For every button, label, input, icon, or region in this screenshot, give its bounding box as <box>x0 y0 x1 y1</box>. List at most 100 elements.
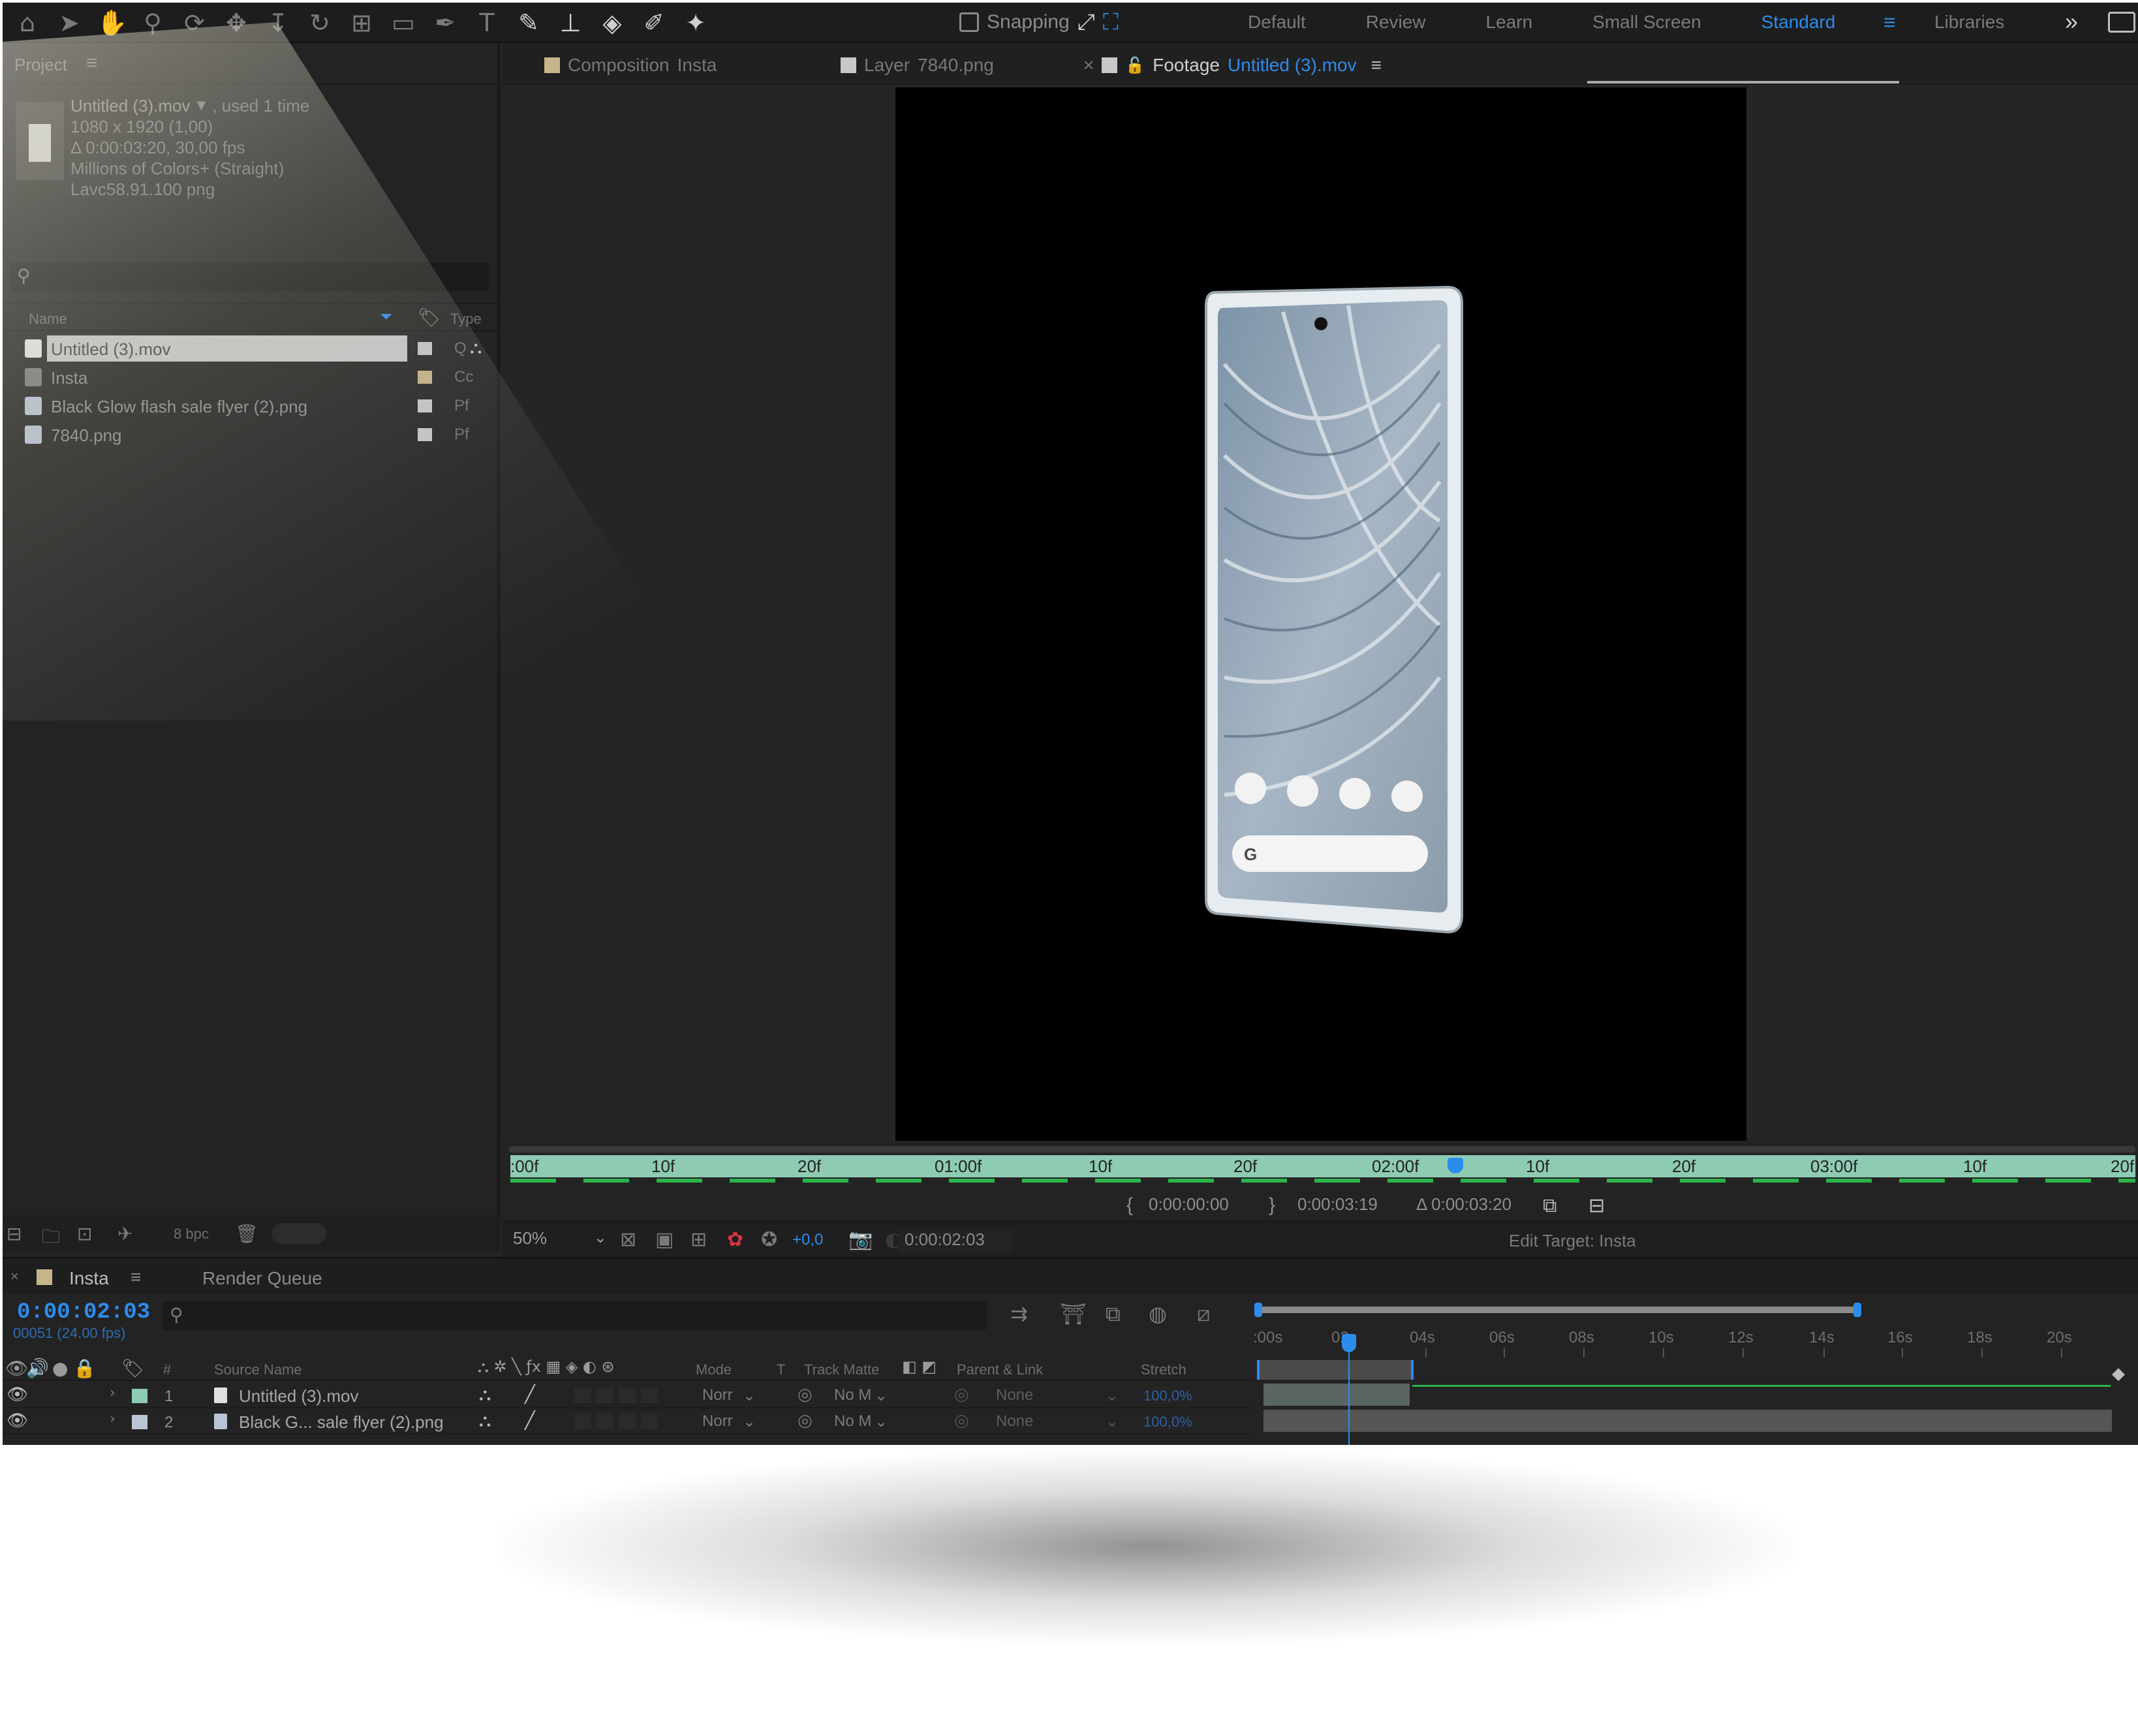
interpret-footage-icon[interactable]: ⊟ <box>7 1223 22 1245</box>
project-item[interactable]: Untitled (3).mov Q ⛬ <box>3 334 500 363</box>
snap-features-icon[interactable]: ⛶ <box>1103 9 1119 35</box>
column-stretch[interactable]: Stretch <box>1141 1361 1186 1378</box>
column-track-matte[interactable]: Track Matte <box>804 1361 879 1378</box>
audio-icon[interactable]: 🔊 <box>26 1357 49 1379</box>
expand-arrow-icon[interactable]: › <box>110 1411 116 1427</box>
reset-exposure-icon[interactable]: ✪ <box>761 1228 777 1251</box>
workspace-default[interactable]: Default <box>1248 12 1306 33</box>
frame-blending-icon[interactable]: ⧉ <box>1106 1301 1121 1327</box>
selection-tool-icon[interactable]: ➤ <box>55 8 84 37</box>
lock-icon[interactable]: 🔒 <box>73 1357 96 1379</box>
layer-mode-select[interactable]: Norr <box>702 1386 733 1404</box>
pin-icon[interactable]: ✈ <box>117 1223 132 1245</box>
label-column-icon[interactable]: 🏷 <box>418 307 441 328</box>
layer-row[interactable]: 👁 › 1 Untitled (3).mov ⛬ ╱ Norr ⌄ ◎ No M… <box>3 1382 1253 1408</box>
magnification-select[interactable]: 50% ⌄ <box>513 1228 612 1253</box>
puppet-pin-icon[interactable]: ✦ <box>681 8 710 37</box>
switch-box[interactable] <box>574 1387 591 1403</box>
layer-source-name[interactable]: Black G... sale flyer (2).png <box>239 1412 444 1433</box>
set-out-point-icon[interactable]: } <box>1269 1194 1275 1217</box>
chevron-down-icon[interactable]: ⌄ <box>743 1386 756 1405</box>
column-type[interactable]: Type <box>450 311 482 328</box>
playhead-marker[interactable] <box>1448 1158 1463 1173</box>
snapping-toggle[interactable]: Snapping ⤢ ⛶ <box>959 9 1119 35</box>
tab-layer[interactable]: Layer 7840.png <box>841 55 994 76</box>
stretch-value[interactable]: 100,0% <box>1143 1414 1192 1431</box>
column-parent-link[interactable]: Parent & Link <box>957 1361 1043 1378</box>
shy-switch-icon[interactable]: ⛬ <box>479 1385 491 1405</box>
shy-switch-icon[interactable]: ⛬ <box>479 1411 491 1431</box>
fit-to-frame-icon[interactable]: ⊠ <box>620 1228 636 1251</box>
video-eye-icon[interactable]: 👁 <box>5 1357 29 1379</box>
tab-timeline-insta[interactable]: Insta <box>69 1268 109 1289</box>
layer-duration-bar[interactable] <box>1263 1410 2112 1432</box>
orbit-camera-icon[interactable]: ⟳ <box>180 8 209 37</box>
project-item[interactable]: Black Glow flash sale flyer (2).png Pf <box>3 392 500 420</box>
navigator-start-handle[interactable] <box>1254 1303 1262 1317</box>
chevron-down-icon[interactable]: ⌄ <box>1106 1412 1119 1431</box>
search-help-icon[interactable] <box>2108 12 2135 33</box>
take-snapshot-icon[interactable]: 📷 <box>848 1228 873 1251</box>
work-area-bar[interactable] <box>1257 1360 1414 1380</box>
title-action-safe-icon[interactable]: ⊞ <box>690 1228 707 1251</box>
layer-label-color[interactable] <box>132 1389 147 1403</box>
bit-depth-button[interactable]: 8 bpc <box>174 1226 209 1243</box>
home-icon[interactable]: ⌂ <box>13 8 42 37</box>
time-navigator-bar[interactable] <box>509 1146 2135 1153</box>
switch-box[interactable] <box>619 1387 636 1403</box>
workspace-learn[interactable]: Learn <box>1486 12 1533 33</box>
timeline-navigator[interactable] <box>1254 1303 1861 1317</box>
zoom-tool-icon[interactable]: ⚲ <box>138 8 167 37</box>
pick-whip-icon[interactable]: ◎ <box>954 1385 969 1404</box>
timeline-menu-icon[interactable]: ≡ <box>131 1267 141 1288</box>
close-tab-icon[interactable]: × <box>10 1268 19 1285</box>
composition-mini-flowchart-icon[interactable]: ⇉ <box>1010 1301 1028 1326</box>
new-folder-icon[interactable]: 🗀 <box>42 1223 60 1254</box>
workspace-standard[interactable]: Standard <box>1761 12 1836 33</box>
switch-box[interactable] <box>596 1414 613 1429</box>
project-panel-menu-icon[interactable]: ≡ <box>86 52 98 74</box>
switch-box[interactable] <box>596 1387 613 1403</box>
brush-tool-icon[interactable]: ✎ <box>514 8 543 37</box>
label-swatch[interactable] <box>418 399 432 412</box>
switch-box[interactable] <box>619 1414 636 1429</box>
chevron-down-icon[interactable]: ⌄ <box>875 1412 888 1431</box>
graph-editor-icon[interactable]: ⧄ <box>1197 1301 1210 1327</box>
footage-viewer[interactable]: G <box>503 85 2138 1142</box>
rotate-tool-icon[interactable]: ↻ <box>305 8 334 37</box>
parent-select[interactable]: None <box>996 1386 1033 1404</box>
overlay-edit-icon[interactable]: ⊟ <box>1588 1194 1605 1217</box>
clone-stamp-icon[interactable]: ⊥ <box>556 8 585 37</box>
layer-row[interactable]: 👁 › 2 Black G... sale flyer (2).png ⛬ ╱ … <box>3 1408 1253 1434</box>
hand-tool-icon[interactable]: ✋ <box>97 8 127 38</box>
thumbnail-size-slider[interactable] <box>271 1223 326 1244</box>
roto-brush-icon[interactable]: ✐ <box>640 8 668 37</box>
viewer-current-time[interactable]: 0:00:02:03 <box>898 1230 1013 1253</box>
new-composition-icon[interactable]: ⊡ <box>77 1223 92 1245</box>
ripple-insert-icon[interactable]: ⧉ <box>1543 1194 1557 1217</box>
matte-switches-icon[interactable]: ◧ ◩ <box>902 1357 937 1376</box>
layer-label-color[interactable] <box>132 1415 147 1429</box>
column-source-name[interactable]: Source Name <box>214 1361 302 1378</box>
in-point-value[interactable]: 0:00:00:00 <box>1149 1194 1229 1215</box>
tab-composition[interactable]: Composition Insta <box>544 55 717 76</box>
visibility-eye-icon[interactable]: 👁 <box>7 1411 28 1431</box>
close-tab-icon[interactable]: × <box>1083 55 1094 76</box>
footage-time-ruler[interactable]: :00f 10f 20f 01:00f 10f 20f 02:00f 10f 2… <box>503 1142 2138 1194</box>
out-point-value[interactable]: 0:00:03:19 <box>1297 1194 1378 1215</box>
column-t[interactable]: T <box>777 1361 785 1378</box>
track-matte-select[interactable]: No M <box>834 1386 871 1404</box>
sort-arrow-icon[interactable]: ⏷ <box>380 308 392 326</box>
label-swatch[interactable] <box>418 428 432 441</box>
toggle-transparency-grid-icon[interactable]: ▣ <box>655 1228 674 1251</box>
switch-box[interactable] <box>641 1387 658 1403</box>
trash-icon[interactable]: 🗑 <box>235 1223 258 1245</box>
quality-switch-icon[interactable]: ╱ <box>525 1411 535 1431</box>
dropdown-arrow-icon[interactable]: ▼ <box>197 95 206 116</box>
viewer-menu-icon[interactable]: ≡ <box>1371 55 1382 76</box>
workspace-review[interactable]: Review <box>1366 12 1426 33</box>
pan-behind-icon[interactable]: ⊞ <box>347 8 376 37</box>
tab-render-queue[interactable]: Render Queue <box>202 1268 322 1289</box>
show-channel-icon[interactable]: ✿ <box>727 1228 743 1251</box>
label-swatch[interactable] <box>418 371 432 384</box>
